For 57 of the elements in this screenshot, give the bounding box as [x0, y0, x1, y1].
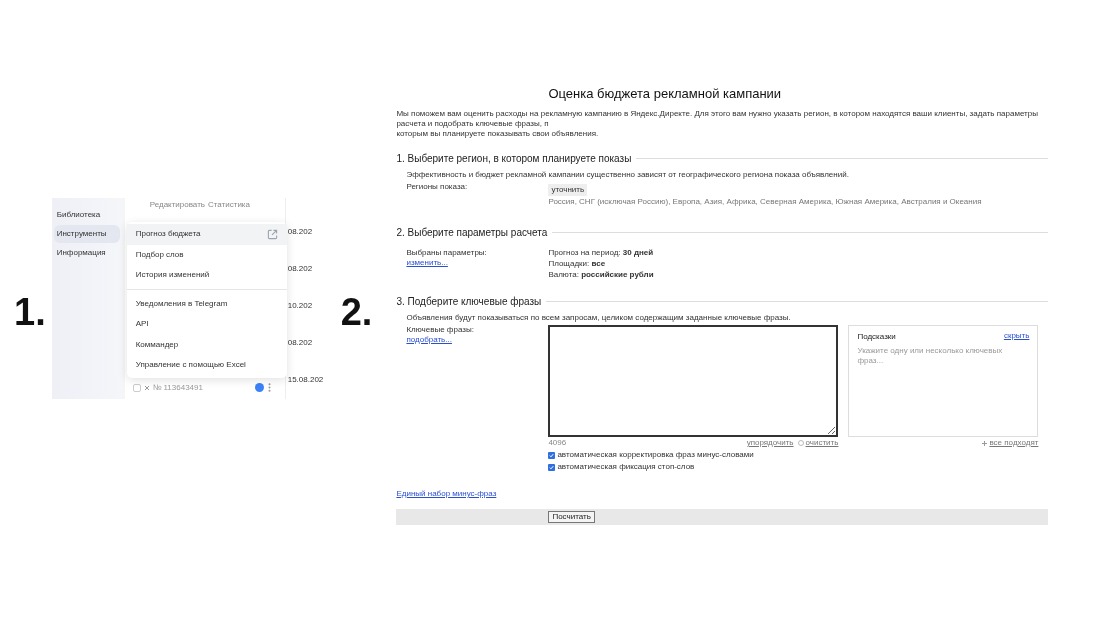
date-cell: 08.202: [287, 226, 313, 238]
change-link[interactable]: изменить...: [406, 258, 448, 268]
parameter-value: Прогноз на период: 30 дней: [548, 248, 654, 258]
sidebar-item[interactable]: Инструменты: [53, 225, 120, 243]
row-checkbox[interactable]: [132, 384, 141, 392]
clarify-button[interactable]: уточнить: [548, 184, 588, 196]
field-label: Ключевые фразы:: [406, 325, 475, 335]
menu-item[interactable]: Прогноз бюджета: [126, 224, 287, 245]
add-all-link[interactable]: все подходят: [989, 438, 1039, 448]
hints-title: Подсказки: [857, 331, 896, 343]
checkbox[interactable]: [548, 451, 556, 459]
date-cell: 15.08.202: [287, 374, 324, 386]
page-title: Оценка бюджета рекламной кампании: [548, 86, 782, 101]
parameter-value: Площадки: все: [548, 259, 607, 269]
field-label: Выбраны параметры:: [406, 248, 488, 258]
campaign-id: № 113643491: [152, 382, 203, 394]
sidebar-item[interactable]: Информация: [53, 244, 120, 262]
menu-item[interactable]: API: [126, 314, 287, 335]
step-number: 1.: [14, 290, 46, 335]
menu-item[interactable]: Подбор слов: [126, 244, 287, 265]
menu-item[interactable]: Уведомления в Telegram: [126, 293, 287, 314]
menu-item[interactable]: Управление с помощью Excel: [126, 355, 287, 376]
cross-icon: [143, 385, 150, 391]
table-link[interactable]: Статистика: [207, 199, 250, 211]
date-cell: 10.202: [287, 300, 313, 312]
table-link[interactable]: Редактировать: [149, 199, 205, 211]
sidebar-item[interactable]: Библиотека: [53, 206, 120, 224]
minus-phrases-link[interactable]: Единый набор минус-фраз: [396, 489, 497, 499]
checkbox-label: автоматическая корректировка фраз минус-словами: [557, 449, 754, 461]
hide-link[interactable]: скрыть: [1003, 331, 1030, 343]
date-cell: 08.202: [287, 263, 313, 275]
regions-text: Россия, СНГ (исключая Россию), Европа, Азия, Африка, Северная Америка, Южная Америка, Австралия и Океания: [548, 197, 982, 207]
character-counter: 4096: [548, 438, 567, 448]
date-cell: 08.202: [287, 337, 313, 349]
sort-link[interactable]: упорядочить: [746, 438, 794, 448]
section-note: Эффективность и бюджет рекламной кампании существенно зависят от географического региона показа объявлений.: [406, 170, 850, 180]
section-heading: 2. Выберите параметры расчета: [396, 226, 548, 240]
parameter-value: Валюта: российские рубли: [548, 270, 654, 280]
hints-text: Укажите одну или несколько ключевых фраз...: [857, 346, 1004, 366]
checkbox[interactable]: [548, 463, 556, 471]
menu-item[interactable]: История изменений: [126, 265, 287, 286]
more-icon[interactable]: [267, 383, 271, 392]
checkbox-label: автоматическая фиксация стоп-слов: [557, 461, 695, 473]
clear-link[interactable]: очистить: [805, 438, 839, 448]
plus-icon: [982, 440, 988, 446]
menu-item[interactable]: Коммандер: [126, 334, 287, 355]
section-heading: 1. Выберите регион, в котором планируете показы: [396, 152, 632, 166]
section-heading: 3. Подберите ключевые фразы: [396, 295, 542, 309]
status-icon: [254, 383, 264, 392]
keywords-field[interactable]: [548, 325, 839, 437]
external-link-icon: [266, 228, 278, 240]
pick-link[interactable]: подобрать...: [406, 335, 452, 345]
section-note: Объявления будут показываться по всем запросам, целиком содержащим заданные ключевые фразы.: [406, 313, 792, 323]
intro-text: которым вы планируете показывать свои объявления.: [396, 129, 600, 139]
calculate-button[interactable]: Посчитать: [548, 511, 595, 523]
field-label: Регионы показа:: [406, 182, 469, 193]
step-number: 2.: [340, 290, 373, 335]
